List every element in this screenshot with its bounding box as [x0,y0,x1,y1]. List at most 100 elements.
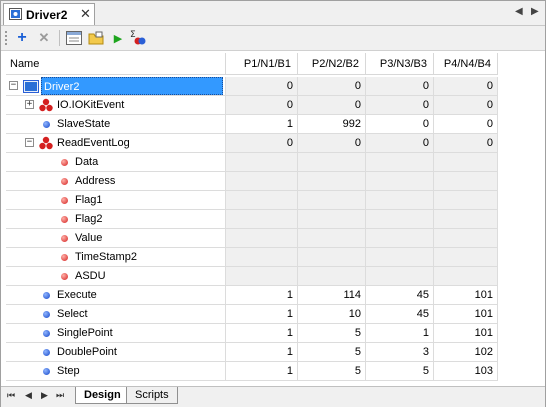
value-cell[interactable]: 0 [366,115,434,134]
tree-row-execute[interactable]: Execute 1 114 45 101 [6,286,498,305]
tab-design[interactable]: Design [75,387,130,404]
tree-row-timestamp2[interactable]: TimeStamp2 [6,248,498,267]
tree-row-asdu[interactable]: ASDU [6,267,498,286]
value-cell[interactable] [226,153,298,172]
value-cell[interactable]: 5 [298,362,366,381]
value-cell[interactable]: 0 [434,115,498,134]
scroll-left-icon[interactable]: ◀ [515,6,523,17]
value-cell[interactable] [226,191,298,210]
value-cell[interactable]: 45 [366,286,434,305]
value-cell[interactable]: 1 [226,305,298,324]
properties-button[interactable] [65,29,83,47]
tree-node-label[interactable]: Driver2 [41,77,223,95]
add-button[interactable]: + [13,29,31,47]
value-cell[interactable] [366,267,434,286]
value-cell[interactable]: 103 [434,362,498,381]
value-cell[interactable]: 5 [366,362,434,381]
open-folder-button[interactable] [87,29,105,47]
value-cell[interactable]: 0 [226,134,298,153]
tree-row-readeventlog[interactable]: − ReadEventLog 0 0 0 0 [6,134,498,153]
value-cell[interactable] [298,210,366,229]
value-cell[interactable]: 0 [366,134,434,153]
first-page-icon[interactable]: ⏮ [7,390,15,401]
tree-row-step[interactable]: Step 1 5 5 103 [6,362,498,381]
value-cell[interactable] [226,229,298,248]
tree-row-slavestate[interactable]: SlaveState 1 992 0 0 [6,115,498,134]
value-cell[interactable] [226,267,298,286]
next-page-icon[interactable]: ▶ [41,390,48,401]
value-cell[interactable]: 0 [298,77,366,96]
scroll-right-icon[interactable]: ▶ [531,6,539,17]
value-cell[interactable]: 0 [298,96,366,115]
value-cell[interactable] [226,210,298,229]
value-cell[interactable]: 10 [298,305,366,324]
value-cell[interactable]: 101 [434,286,498,305]
value-cell[interactable] [366,191,434,210]
value-cell[interactable] [434,210,498,229]
value-cell[interactable]: 0 [226,96,298,115]
value-cell[interactable] [366,153,434,172]
collapse-icon[interactable]: − [9,81,18,90]
tree-row-address[interactable]: Address [6,172,498,191]
value-cell[interactable]: 1 [226,115,298,134]
value-cell[interactable] [434,191,498,210]
value-cell[interactable] [226,172,298,191]
value-cell[interactable]: 1 [366,324,434,343]
tree-row-driver2[interactable]: − Driver2 0 0 0 0 [6,77,498,96]
value-cell[interactable]: 102 [434,343,498,362]
tree-row-iokitevent[interactable]: + IO.IOKitEvent 0 0 0 0 [6,96,498,115]
column-header-p1[interactable]: P1/N1/B1 [226,53,298,75]
value-cell[interactable]: 114 [298,286,366,305]
value-cell[interactable]: 992 [298,115,366,134]
value-cell[interactable] [298,153,366,172]
column-header-p3[interactable]: P3/N3/B3 [366,53,434,75]
value-cell[interactable] [298,267,366,286]
value-cell[interactable] [434,153,498,172]
column-header-name[interactable]: Name [6,53,226,75]
expand-icon[interactable]: + [25,100,34,109]
value-cell[interactable]: 1 [226,286,298,305]
value-cell[interactable]: 0 [434,134,498,153]
column-header-p4[interactable]: P4/N4/B4 [434,53,498,75]
value-cell[interactable] [298,248,366,267]
tree-row-doublepoint[interactable]: DoublePoint 1 5 3 102 [6,343,498,362]
value-cell[interactable]: 1 [226,362,298,381]
tree-row-data[interactable]: Data [6,153,498,172]
tree-row-flag2[interactable]: Flag2 [6,210,498,229]
value-cell[interactable] [434,248,498,267]
value-cell[interactable] [226,248,298,267]
tree-row-select[interactable]: Select 1 10 45 101 [6,305,498,324]
column-header-p2[interactable]: P2/N2/B2 [298,53,366,75]
value-cell[interactable]: 0 [366,77,434,96]
value-cell[interactable]: 0 [366,96,434,115]
value-cell[interactable] [366,248,434,267]
value-cell[interactable]: 101 [434,324,498,343]
value-cell[interactable]: 0 [226,77,298,96]
value-cell[interactable]: 45 [366,305,434,324]
last-page-icon[interactable]: ⏭ [56,390,64,401]
document-tab-driver2[interactable]: Driver2 ✕ [3,3,95,25]
value-cell[interactable]: 3 [366,343,434,362]
tree-row-singlepoint[interactable]: SinglePoint 1 5 1 101 [6,324,498,343]
value-cell[interactable] [298,172,366,191]
value-cell[interactable]: 0 [434,77,498,96]
value-cell[interactable]: 0 [298,134,366,153]
value-cell[interactable] [434,267,498,286]
value-cell[interactable] [366,210,434,229]
value-cell[interactable] [434,229,498,248]
run-button[interactable]: ▶ [109,29,127,47]
value-cell[interactable]: 0 [434,96,498,115]
value-cell[interactable]: 1 [226,324,298,343]
value-cell[interactable] [298,191,366,210]
value-cell[interactable]: 5 [298,343,366,362]
toolbar-grip[interactable] [5,31,9,45]
prev-page-icon[interactable]: ◀ [25,390,32,401]
tab-scripts[interactable]: Scripts [126,387,178,404]
value-cell[interactable]: 101 [434,305,498,324]
value-cell[interactable] [366,229,434,248]
tree-row-value[interactable]: Value [6,229,498,248]
value-cell[interactable] [298,229,366,248]
value-cell[interactable] [434,172,498,191]
close-icon[interactable]: ✕ [80,6,91,22]
collapse-icon[interactable]: − [25,138,34,147]
